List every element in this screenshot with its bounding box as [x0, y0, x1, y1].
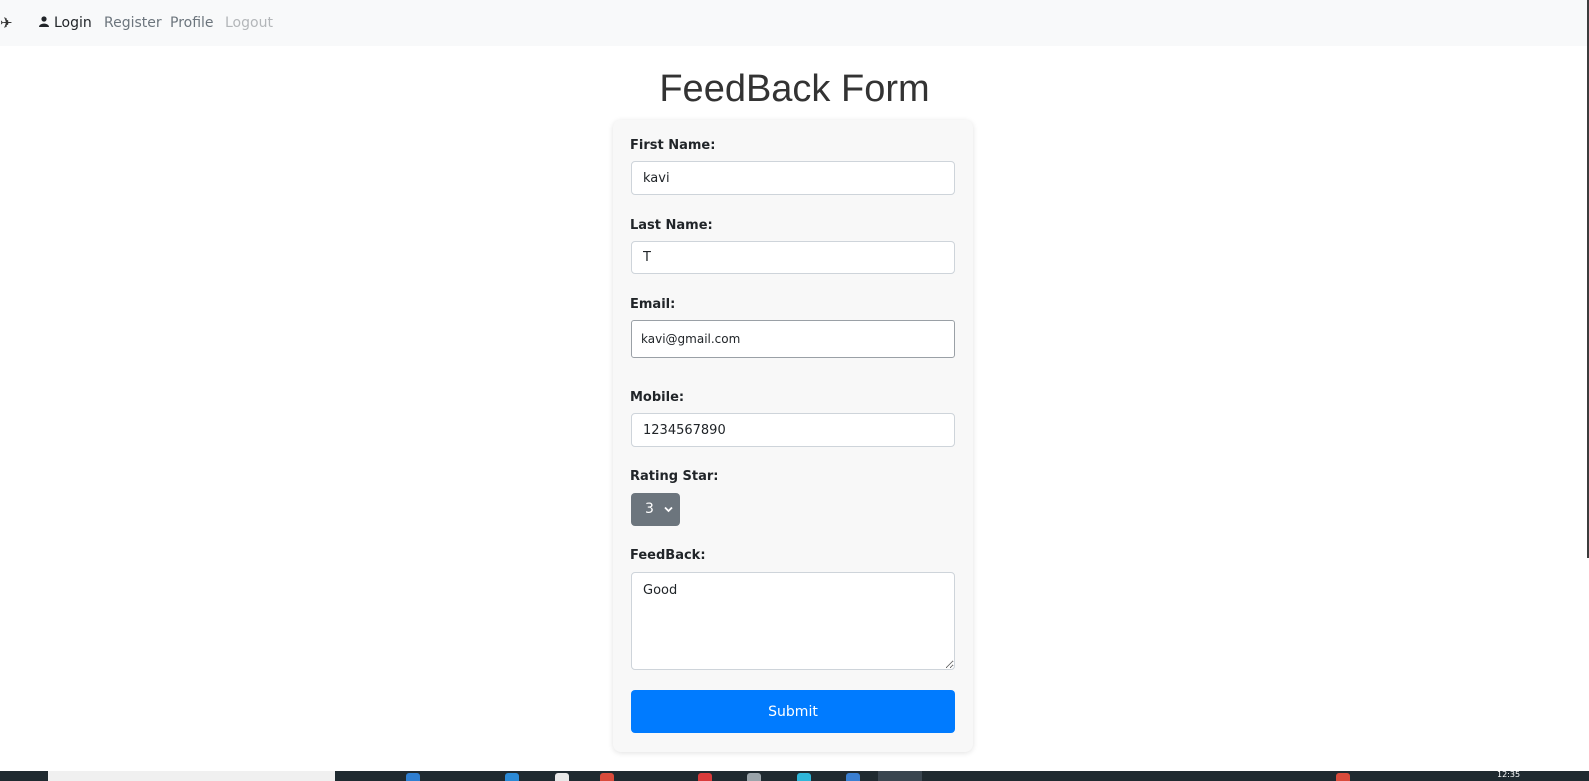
store-icon[interactable]	[505, 773, 519, 781]
submit-button[interactable]: Submit	[631, 690, 955, 733]
first-name-input[interactable]	[631, 161, 955, 195]
nav-register-link[interactable]: Register	[104, 13, 162, 33]
chevron-down-icon	[664, 493, 673, 539]
page-title: FeedBack Form	[659, 68, 930, 110]
tool-icon[interactable]	[747, 773, 761, 781]
office-icon[interactable]	[600, 773, 614, 781]
taskbar-clock[interactable]: 12:35	[1497, 771, 1520, 779]
user-icon	[39, 13, 51, 33]
browser-icon[interactable]	[797, 773, 811, 781]
file-icon[interactable]	[555, 773, 569, 781]
first-name-label: First Name:	[630, 138, 716, 153]
nav-login-label: Login	[54, 15, 92, 31]
rating-star-label: Rating Star:	[630, 469, 719, 484]
email-input[interactable]	[631, 320, 955, 358]
feedback-textarea[interactable]: Good	[631, 572, 955, 670]
nav-logout-link[interactable]: Logout	[225, 13, 273, 33]
app-icon[interactable]	[698, 773, 712, 781]
last-name-input[interactable]	[631, 241, 955, 274]
mobile-input[interactable]	[631, 413, 955, 447]
rating-star-select[interactable]: 3	[631, 493, 680, 526]
taskbar-active-app[interactable]	[878, 771, 922, 781]
navbar: ✈ Login Register Profile Logout	[0, 0, 1589, 46]
edge-icon[interactable]	[406, 773, 420, 781]
airplane-icon[interactable]: ✈	[0, 13, 16, 33]
vscode-icon[interactable]	[846, 773, 860, 781]
nav-login-link[interactable]: Login	[39, 13, 92, 33]
rating-star-value: 3	[645, 501, 654, 517]
tray-icon[interactable]	[1336, 773, 1350, 781]
mobile-label: Mobile:	[630, 390, 685, 405]
email-label: Email:	[630, 297, 676, 312]
nav-profile-link[interactable]: Profile	[170, 13, 214, 33]
taskbar-search-box[interactable]	[48, 771, 335, 781]
feedback-label: FeedBack:	[630, 548, 706, 563]
last-name-label: Last Name:	[630, 218, 713, 233]
os-taskbar: 12:35	[0, 771, 1589, 781]
